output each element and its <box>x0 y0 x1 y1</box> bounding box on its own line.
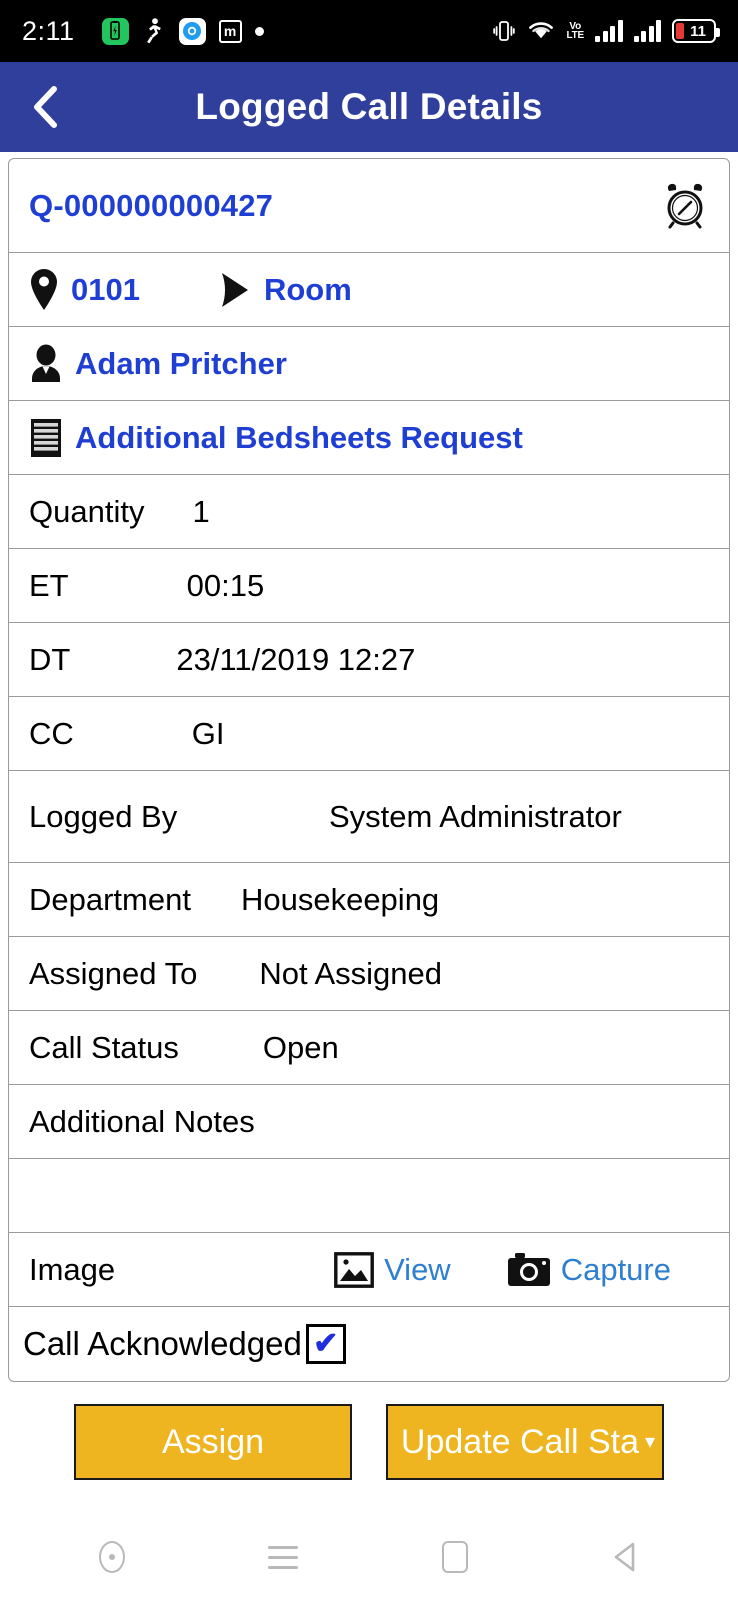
wifi-icon <box>527 19 555 43</box>
additional-notes-input[interactable] <box>9 1159 729 1233</box>
image-actions: View Capture <box>334 1252 671 1288</box>
app-m-icon: m <box>218 19 242 43</box>
field-value-et: 00:15 <box>186 567 265 603</box>
check-icon: ✔ <box>313 1327 339 1360</box>
walking-icon <box>142 18 166 44</box>
status-bar-right: Vo LTE 11 <box>492 19 720 43</box>
chevron-down-icon: ▾ <box>645 1431 656 1453</box>
volte-bottom-label: LTE <box>566 30 584 41</box>
field-value-assigned-to: Not Assigned <box>259 955 442 991</box>
menu-lines <box>268 1545 299 1569</box>
field-label-logged-by: Logged By <box>29 798 178 834</box>
action-buttons: Assign Update Call Sta ▾ <box>0 1404 738 1480</box>
field-value-call-status: Open <box>262 1029 339 1065</box>
assistant-dot <box>108 1554 115 1560</box>
vibrate-icon <box>492 19 516 43</box>
ticket-row: Q-000000000427 <box>9 159 729 253</box>
field-value-dt: 23/11/2019 12:27 <box>176 641 416 677</box>
volte-icon: Vo LTE <box>566 22 584 41</box>
image-label: Image <box>29 1251 116 1287</box>
field-row-department: Department Housekeeping <box>9 863 729 937</box>
guest-row[interactable]: Adam Pritcher <box>9 327 729 401</box>
status-bar-left: 2:11 m <box>22 16 492 47</box>
battery-charging-icon <box>101 17 129 45</box>
field-row-logged-by: Logged By System Administrator <box>9 771 729 863</box>
guest-name-label: Adam Pritcher <box>75 345 287 381</box>
field-label-quantity: Quantity <box>29 493 145 529</box>
status-bar: 2:11 m Vo LTE 11 <box>0 0 738 62</box>
map-pin-icon <box>29 268 59 312</box>
signal-sim2-icon <box>633 20 661 42</box>
update-call-status-button[interactable]: Update Call Sta ▾ <box>386 1404 664 1480</box>
acknowledge-label: Call Acknowledged <box>23 1325 302 1362</box>
acknowledge-row: Call Acknowledged ✔ <box>9 1307 729 1381</box>
battery-fill <box>676 23 684 39</box>
field-row-quantity: Quantity 1 <box>9 475 729 549</box>
field-label-call-status: Call Status <box>29 1029 179 1065</box>
location-type-chip[interactable]: Room <box>218 271 352 309</box>
app-circle-icon <box>178 17 206 45</box>
back-button[interactable] <box>22 84 68 130</box>
acknowledge-checkbox[interactable]: ✔ <box>305 1324 346 1364</box>
menu-icon[interactable] <box>241 1529 325 1585</box>
location-row: 0101 Room <box>9 253 729 327</box>
arrow-right-icon <box>218 271 252 309</box>
field-row-dt: DT 23/11/2019 12:27 <box>9 623 729 697</box>
assign-button-label: Assign <box>161 1422 265 1461</box>
view-label: View <box>384 1251 451 1287</box>
status-bar-clock: 2:11 <box>22 15 75 46</box>
location-chip[interactable]: 0101 <box>29 268 140 312</box>
field-label-additional-notes: Additional Notes <box>29 1103 255 1139</box>
field-row-additional-notes: Additional Notes <box>9 1085 729 1159</box>
field-value-department: Housekeeping <box>240 881 440 917</box>
field-label-cc: CC <box>29 715 74 751</box>
field-value-cc: GI <box>191 715 225 751</box>
location-code-label: 0101 <box>71 271 140 307</box>
recents-icon[interactable] <box>413 1529 497 1585</box>
capture-label: Capture <box>560 1251 671 1287</box>
field-label-et: ET <box>29 567 69 603</box>
update-call-status-label: Update Call Sta <box>400 1422 640 1461</box>
guest-chip: Adam Pritcher <box>29 344 287 384</box>
field-row-call-status: Call Status Open <box>9 1011 729 1085</box>
camera-icon <box>507 1252 551 1288</box>
view-image-button[interactable]: View <box>334 1252 451 1288</box>
signal-sim1-icon <box>595 20 623 42</box>
field-row-assigned-to: Assigned To Not Assigned <box>9 937 729 1011</box>
page-title: Logged Call Details <box>195 86 543 127</box>
field-value-quantity: 1 <box>192 493 210 529</box>
phone-screen: 2:11 m Vo LTE 11 Logged Call Details Q-0… <box>0 0 738 1600</box>
battery-percent-label: 11 <box>690 22 706 40</box>
field-value-logged-by: System Administrator <box>329 798 622 834</box>
call-details-card: Q-000000000427 0101 Room Adam Pritcher A… <box>8 158 730 1382</box>
recents-square <box>441 1541 468 1573</box>
field-row-et: ET 00:15 <box>9 549 729 623</box>
photo-icon <box>334 1251 374 1288</box>
request-title-label: Additional Bedsheets Request <box>75 419 523 455</box>
dot-icon <box>254 26 264 36</box>
field-label-assigned-to: Assigned To <box>29 955 198 991</box>
image-row: Image View Capture <box>9 1233 729 1307</box>
location-type-label: Room <box>263 271 352 307</box>
assistant-circle <box>98 1541 125 1573</box>
app-bar: Logged Call Details <box>0 62 738 152</box>
back-icon[interactable] <box>584 1529 668 1585</box>
field-label-dt: DT <box>29 641 71 677</box>
request-chip: Additional Bedsheets Request <box>29 417 523 459</box>
battery-icon: 11 <box>672 19 720 43</box>
ticket-id-link[interactable]: Q-000000000427 <box>29 188 273 224</box>
field-label-department: Department <box>29 881 191 917</box>
list-lines-icon <box>29 417 63 459</box>
alarm-clock-icon[interactable] <box>661 182 709 230</box>
person-icon <box>29 344 63 384</box>
assign-button[interactable]: Assign <box>74 1404 352 1480</box>
assistant-icon[interactable] <box>70 1529 154 1585</box>
request-row[interactable]: Additional Bedsheets Request <box>9 401 729 475</box>
chevron-left-icon <box>30 85 60 129</box>
android-nav-bar <box>0 1514 738 1600</box>
field-row-cc: CC GI <box>9 697 729 771</box>
capture-image-button[interactable]: Capture <box>507 1252 671 1288</box>
